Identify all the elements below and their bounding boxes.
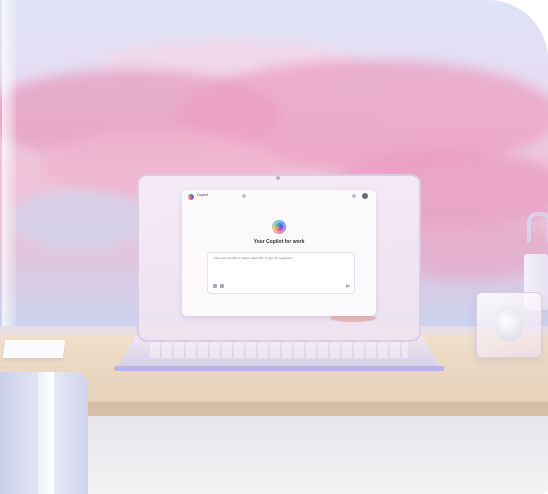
paper-sheet bbox=[2, 340, 66, 358]
sparkle-icon[interactable] bbox=[213, 284, 217, 288]
prompt-placeholder: Ask a work question or request, attach f… bbox=[214, 257, 293, 260]
cube-sculpture bbox=[495, 307, 523, 341]
desk-edge bbox=[80, 402, 548, 416]
copilot-heading: Your Copilot for work bbox=[253, 239, 305, 245]
cloud bbox=[10, 190, 150, 250]
glass-cube-ornament bbox=[476, 292, 542, 358]
pen-holder-handle bbox=[527, 212, 548, 242]
chair-post bbox=[38, 372, 54, 494]
send-icon[interactable] bbox=[346, 284, 351, 288]
more-icon[interactable] bbox=[352, 194, 356, 198]
titlebar-icon[interactable] bbox=[242, 194, 246, 198]
photo-frame: Copilot Your Copilot for work Ask a work… bbox=[0, 0, 548, 494]
prompt-input[interactable]: Ask a work question or request, attach f… bbox=[207, 252, 355, 294]
webcam bbox=[276, 176, 280, 180]
copilot-logo-icon bbox=[272, 220, 286, 234]
app-titlebar: Copilot bbox=[182, 190, 376, 204]
avatar[interactable] bbox=[362, 193, 368, 199]
laptop-keyboard bbox=[150, 342, 408, 358]
copilot-small-icon bbox=[188, 194, 194, 200]
laptop-base-edge bbox=[114, 366, 444, 371]
attach-icon[interactable] bbox=[220, 284, 224, 288]
copilot-app-window: Copilot Your Copilot for work Ask a work… bbox=[182, 190, 376, 316]
window-frame-edge bbox=[2, 0, 16, 330]
app-name: Copilot bbox=[197, 193, 208, 197]
